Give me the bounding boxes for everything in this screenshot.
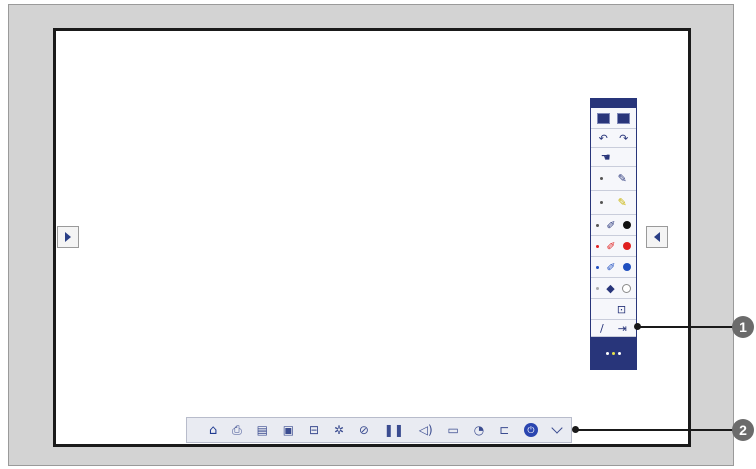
source-icon[interactable]: ⊟ — [309, 424, 319, 436]
callout-badge: 1 — [732, 316, 754, 338]
settings-icon[interactable]: ⊏ — [499, 424, 509, 436]
pen-black-row[interactable]: ✐ — [591, 215, 636, 236]
display-mode-row — [591, 108, 636, 129]
freeze-icon[interactable]: ⊘ — [359, 424, 369, 436]
home-icon[interactable]: ⌂ — [209, 424, 217, 437]
show-toolbar-right-button[interactable] — [646, 226, 668, 248]
callout-number: 2 — [739, 422, 747, 438]
thin-dot-icon — [596, 265, 600, 269]
pen-icon: ✐ — [606, 239, 616, 253]
pen-blue-row[interactable]: ✐ — [591, 257, 636, 278]
chevron-down-icon[interactable] — [551, 422, 563, 434]
clear-row: ⊡ — [591, 299, 636, 320]
grip-handle[interactable] — [591, 337, 636, 369]
redo-icon[interactable]: ↷ — [619, 133, 628, 144]
save-icon[interactable]: ▤ — [257, 424, 268, 436]
callout-badge: 2 — [732, 419, 754, 441]
grip-dots-icon — [606, 351, 621, 355]
print-icon[interactable]: ⎙ — [232, 424, 242, 436]
thin-dot-icon — [600, 177, 604, 180]
pen-toolbar: ↶ ↷ ☚ ✎ ✎ ✐ ✐ ✐ ◆ ⊡ / ⇥ — [590, 98, 637, 370]
thin-dot-icon — [596, 286, 600, 290]
pen-width-icon[interactable]: / — [600, 323, 604, 334]
thin-dot-icon — [600, 201, 604, 204]
pen-red-row[interactable]: ✐ — [591, 236, 636, 257]
thin-dot-icon — [596, 244, 600, 248]
leader-line — [638, 326, 734, 328]
bottom-toolbar: ⌂ ⎙ ▤ ▣ ⊟ ✲ ⊘ ❚❚ ◁) ▭ ◔ ⊏ ⏻ — [186, 417, 572, 443]
color-black-icon — [622, 221, 631, 229]
annotation-mode-icon[interactable] — [617, 112, 631, 124]
color-blue-icon — [622, 263, 631, 271]
camera-icon[interactable]: ▣ — [283, 424, 294, 436]
eraser-icon[interactable]: ◆ — [606, 283, 614, 294]
undo-redo-row: ↶ ↷ — [591, 129, 636, 148]
highlighter-icon[interactable]: ✎ — [618, 197, 627, 208]
triangle-right-icon — [65, 232, 71, 242]
whiteboard-mode-icon[interactable] — [596, 112, 610, 124]
aspect-icon[interactable]: ▭ — [448, 424, 459, 436]
arrow-collapse-icon[interactable]: ⇥ — [618, 323, 627, 334]
brightness-icon[interactable]: ✲ — [334, 424, 344, 436]
undo-icon[interactable]: ↶ — [599, 133, 608, 144]
leader-line — [576, 429, 734, 431]
show-toolbar-left-button[interactable] — [57, 226, 79, 248]
triangle-left-icon — [654, 232, 660, 242]
pointer-icon[interactable]: ☚ — [601, 152, 611, 163]
volume-icon[interactable]: ◁) — [419, 424, 433, 436]
circle-shape-icon[interactable] — [621, 283, 631, 293]
pause-icon[interactable]: ❚❚ — [384, 424, 404, 436]
callout-number: 1 — [739, 319, 747, 335]
pen-row: ✎ — [591, 167, 636, 191]
highlighter-row: ✎ — [591, 191, 636, 215]
pen-icon: ✐ — [606, 260, 616, 274]
thin-dot-icon — [596, 223, 600, 227]
power-icon[interactable]: ⏻ — [523, 423, 538, 437]
toolbar-header — [591, 99, 636, 108]
pointer-row: ☚ — [591, 148, 636, 167]
eraser-row: ◆ — [591, 278, 636, 299]
pen-icon[interactable]: ✎ — [618, 173, 627, 184]
color-red-icon — [622, 242, 631, 250]
timer-icon[interactable]: ◔ — [474, 424, 484, 436]
pen-icon: ✐ — [606, 218, 616, 232]
pen-width-row: / ⇥ — [591, 320, 636, 337]
clear-screen-icon[interactable]: ⊡ — [617, 304, 626, 315]
